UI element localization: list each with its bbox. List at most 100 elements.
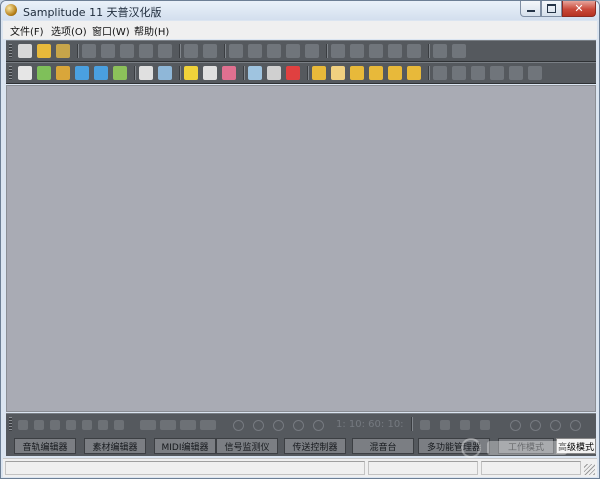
record-mode-icon[interactable] [420,420,430,430]
new-project-icon[interactable] [18,44,32,58]
circle-5-icon[interactable] [313,420,324,431]
loop-icon[interactable] [369,44,383,58]
watermark-logo [431,437,581,459]
resize-grip-icon[interactable] [584,464,595,475]
brush-icon[interactable] [203,66,217,80]
forward-icon[interactable] [82,420,92,430]
close-button[interactable]: ✕ [562,1,596,17]
grid-icon[interactable] [407,66,421,80]
clipboard-icon[interactable] [139,44,153,58]
circle-1-icon[interactable] [233,420,244,431]
marker-next-icon[interactable] [160,420,176,430]
track-icon[interactable] [286,44,300,58]
lock-icon[interactable] [312,66,326,80]
status-cell-2 [368,461,478,475]
title-bar[interactable]: Samplitude 11 天普汉化版 ✕ [1,1,599,20]
shuttle-icon[interactable] [550,420,561,431]
maximize-button[interactable] [541,1,562,17]
open-folder-icon[interactable] [37,44,51,58]
menu-help[interactable]: 帮助(H) [134,23,169,38]
marker-icon[interactable] [331,44,345,58]
split-icon[interactable] [248,44,262,58]
arrow-back-icon[interactable] [452,44,466,58]
status-bar [3,458,597,477]
workspace-area[interactable] [6,85,596,412]
loop-end-icon[interactable] [114,420,124,430]
punch-icon[interactable] [440,420,450,430]
scrub-icon[interactable] [510,420,521,431]
circle-4-icon[interactable] [293,420,304,431]
rewind-icon[interactable] [34,420,44,430]
object-icon[interactable] [229,44,243,58]
menu-options[interactable]: 选项(O) [51,23,87,38]
jog-icon[interactable] [530,420,541,431]
marker-set-icon[interactable] [180,420,196,430]
tab-signal-monitor[interactable]: 信号监测仪 [216,438,278,454]
go-end-icon[interactable] [98,420,108,430]
fx-icon[interactable] [388,44,402,58]
step-forward-icon[interactable] [66,420,76,430]
snap-icon[interactable] [388,66,402,80]
heart-icon[interactable] [350,44,364,58]
menu-window[interactable]: 窗口(W) [92,23,130,38]
status-cell-3 [481,461,581,475]
rewind-icon[interactable] [490,66,504,80]
record-icon[interactable] [570,420,581,431]
crossfade-icon[interactable] [369,66,383,80]
merge-icon[interactable] [267,44,281,58]
sync-icon[interactable] [460,420,470,430]
envelope-icon[interactable] [94,66,108,80]
zoom-tool-icon[interactable] [158,66,172,80]
close-icon: ✕ [574,2,584,15]
circle-3-icon[interactable] [273,420,284,431]
toolbar-separator [179,44,181,58]
paste-icon[interactable] [120,44,134,58]
toolbar-grip[interactable] [9,66,12,80]
eraser-icon[interactable] [222,66,236,80]
window-title: Samplitude 11 天普汉化版 [23,6,162,19]
mixer-icon[interactable] [305,44,319,58]
undo-icon[interactable] [184,44,198,58]
scissors-icon[interactable] [139,66,153,80]
toolbar-grip[interactable] [9,417,12,431]
tab-transport-control[interactable]: 传送控制器 [284,438,346,454]
tab-mixer[interactable]: 混音台 [352,438,414,454]
go-start-icon[interactable] [18,420,28,430]
toolbar-separator [224,44,226,58]
fade-icon[interactable] [350,66,364,80]
tab-midi-editor[interactable]: MIDI编辑器 [154,438,216,454]
arrow-range-icon[interactable] [433,44,447,58]
circle-2-icon[interactable] [253,420,264,431]
minimize-button[interactable] [520,1,541,17]
curve-tool-icon[interactable] [75,66,89,80]
menu-file[interactable]: 文件(F) [10,23,44,38]
toolbar-grip[interactable] [9,44,12,58]
tracks-icon[interactable] [37,66,51,80]
loop-play-icon[interactable] [471,66,485,80]
samplitude-logo-icon[interactable] [5,4,17,16]
tab-material-editor[interactable]: 素材编辑器 [84,438,146,454]
play-icon[interactable] [452,66,466,80]
copy-icon[interactable] [101,44,115,58]
redo-icon[interactable] [203,44,217,58]
waveform-icon[interactable] [331,66,345,80]
cut-icon[interactable] [82,44,96,58]
step-back-icon[interactable] [50,420,60,430]
pencil-yellow-icon[interactable] [184,66,198,80]
speaker-icon[interactable] [248,66,262,80]
metronome-icon[interactable] [480,420,490,430]
range-tool-icon[interactable] [56,66,70,80]
paint-icon[interactable] [286,66,300,80]
lr-icon[interactable] [113,66,127,80]
edit-pen-icon[interactable] [158,44,172,58]
forward-icon[interactable] [509,66,523,80]
marker-list-icon[interactable] [200,420,216,430]
pointer-icon[interactable] [18,66,32,80]
end-icon[interactable] [528,66,542,80]
dvd-icon[interactable] [407,44,421,58]
save-disk-icon[interactable] [56,44,70,58]
tab-track-editor[interactable]: 音轨编辑器 [14,438,76,454]
timer-icon[interactable] [433,66,447,80]
marker-prev-icon[interactable] [140,420,156,430]
magnifier-icon[interactable] [267,66,281,80]
